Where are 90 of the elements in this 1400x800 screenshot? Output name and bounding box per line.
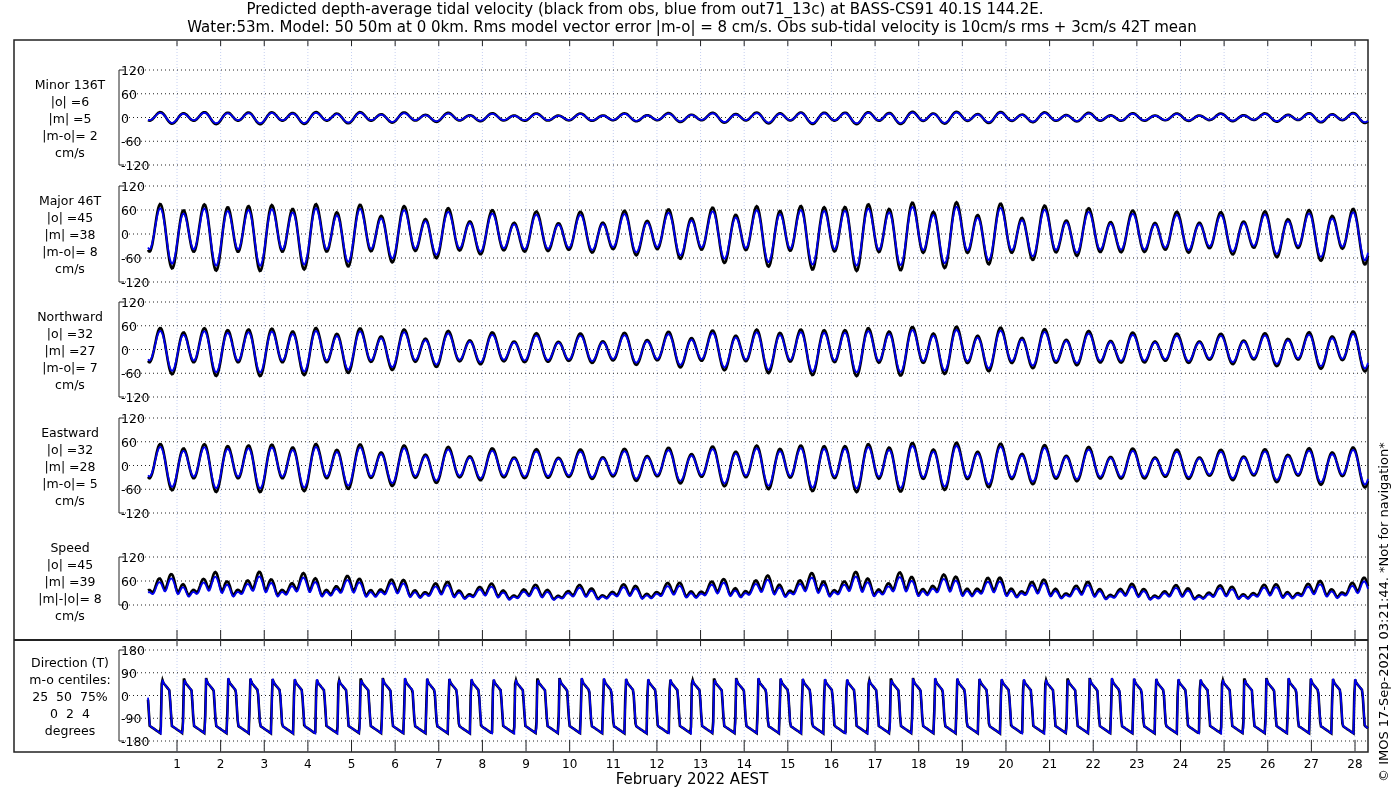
panel-label: 0 2 4	[50, 705, 90, 721]
panel-label: |m|-|o|= 8	[38, 591, 102, 606]
x-tick-label: 22	[1085, 757, 1101, 771]
copyright-note: © IMOS 17-Sep-2021 03:21:44. *Not for navigation*	[1376, 442, 1391, 782]
x-tick-label: 10	[562, 757, 578, 771]
panel-label: |m| =28	[44, 458, 96, 474]
panel-label: cm/s	[55, 144, 85, 160]
x-tick-label: 7	[434, 757, 443, 771]
x-tick-label: 20	[998, 757, 1014, 771]
x-axis-title: February 2022 AEST	[615, 770, 769, 788]
y-tick-label: -60	[121, 251, 142, 266]
y-tick-label: 180	[121, 643, 145, 658]
panel-label: cm/s	[55, 608, 85, 623]
panel-label: |m-o|= 8	[42, 244, 98, 259]
y-tick-label: 120	[121, 295, 145, 310]
panel-label: |o| =32	[46, 441, 94, 457]
y-tick-label: 60	[121, 434, 137, 450]
y-tick-label: 0	[121, 110, 129, 126]
x-tick-label: 16	[823, 757, 840, 771]
y-tick-label: -90	[121, 711, 142, 727]
panel-label: |m| =39	[44, 574, 96, 589]
y-tick-label: 0	[121, 598, 129, 613]
y-tick-label: 60	[121, 86, 137, 102]
x-tick-label: 4	[304, 757, 312, 771]
panel-label: |m-o|= 7	[42, 359, 98, 375]
y-tick-label: 120	[121, 550, 145, 565]
panel-label: Direction (T)	[31, 654, 109, 670]
y-tick-label: -120	[121, 275, 150, 290]
panel-label: |o| =32	[46, 325, 94, 341]
y-tick-label: 0	[121, 227, 129, 242]
panel-label: Major 46T	[38, 193, 102, 208]
y-tick-label: -60	[121, 482, 142, 498]
panel-label: Eastward	[41, 424, 99, 440]
y-tick-label: 120	[121, 411, 145, 426]
x-tick-label: 12	[649, 757, 665, 771]
y-tick-label: -120	[121, 390, 150, 405]
x-tick-label: 11	[605, 757, 621, 771]
panel-label: cm/s	[55, 492, 85, 508]
chart-subtitle: Water:53m. Model: 50 50m at 0 0km. Rms model vector error |m-o| = 8 cm/s. Obs sub-tidal velocity is 10cm/s rms + 3cm/s 42T mean	[187, 18, 1197, 36]
chart-title: Predicted depth-average tidal velocity (black from obs, blue from out71_13c) at BASS-CS91 40.1S 144.2E.	[246, 0, 1044, 18]
x-tick-label: 27	[1303, 757, 1319, 771]
y-tick-label: 0	[121, 342, 129, 358]
y-tick-label: 0	[121, 458, 129, 474]
y-tick-label: 120	[121, 63, 145, 78]
x-tick-label: 15	[780, 757, 796, 771]
panel-label: |m| =27	[44, 342, 96, 358]
x-tick-label: 23	[1129, 757, 1145, 771]
x-tick-label: 24	[1172, 757, 1189, 771]
y-tick-label: -120	[121, 506, 150, 521]
y-tick-label: -120	[121, 158, 150, 173]
x-tick-label: 2	[216, 757, 225, 771]
x-tick-label: 14	[736, 757, 752, 771]
panel-label: degrees	[44, 722, 96, 738]
x-tick-label: 6	[391, 757, 399, 771]
panel-label: Minor 136T	[34, 76, 106, 92]
panel-label: cm/s	[55, 261, 85, 276]
y-tick-label: -60	[121, 134, 142, 150]
y-tick-label: 90	[121, 665, 137, 681]
x-tick-label: 9	[522, 757, 530, 771]
panel-label: Speed	[50, 540, 90, 555]
panel-label: |m-o|= 5	[42, 475, 98, 491]
panel-label: |o| =6	[50, 93, 90, 109]
panel-label: cm/s	[55, 376, 85, 392]
panel-label: |m| =38	[44, 227, 96, 242]
x-tick-label: 8	[478, 757, 487, 771]
panel-label: |o| =45	[46, 210, 94, 225]
x-tick-label: 13	[692, 757, 709, 771]
y-tick-label: 60	[121, 574, 137, 589]
x-tick-label: 17	[867, 757, 883, 771]
panel-label: 25 50 75%	[32, 688, 108, 704]
panel-label: |m-o|= 2	[42, 127, 98, 143]
x-tick-label: 28	[1347, 757, 1363, 771]
y-tick-label: 120	[121, 179, 145, 194]
panel-label: |m| =5	[48, 110, 92, 126]
x-tick-label: 25	[1216, 757, 1232, 771]
x-tick-label: 19	[954, 757, 970, 771]
x-tick-label: 18	[911, 757, 927, 771]
y-tick-label: 60	[121, 318, 137, 334]
y-tick-label: -180	[121, 734, 150, 749]
panel-label: |o| =45	[46, 557, 94, 572]
y-tick-label: 60	[121, 203, 137, 218]
x-tick-label: 3	[260, 757, 269, 771]
x-tick-label: 1	[173, 757, 181, 771]
x-tick-label: 26	[1260, 757, 1276, 771]
panel-label: m-o centiles:	[29, 671, 111, 687]
x-tick-label: 21	[1041, 757, 1058, 771]
y-tick-label: -60	[121, 366, 142, 382]
x-tick-label: 5	[347, 757, 356, 771]
panel-label: Northward	[37, 308, 103, 324]
y-tick-label: 0	[121, 688, 129, 704]
